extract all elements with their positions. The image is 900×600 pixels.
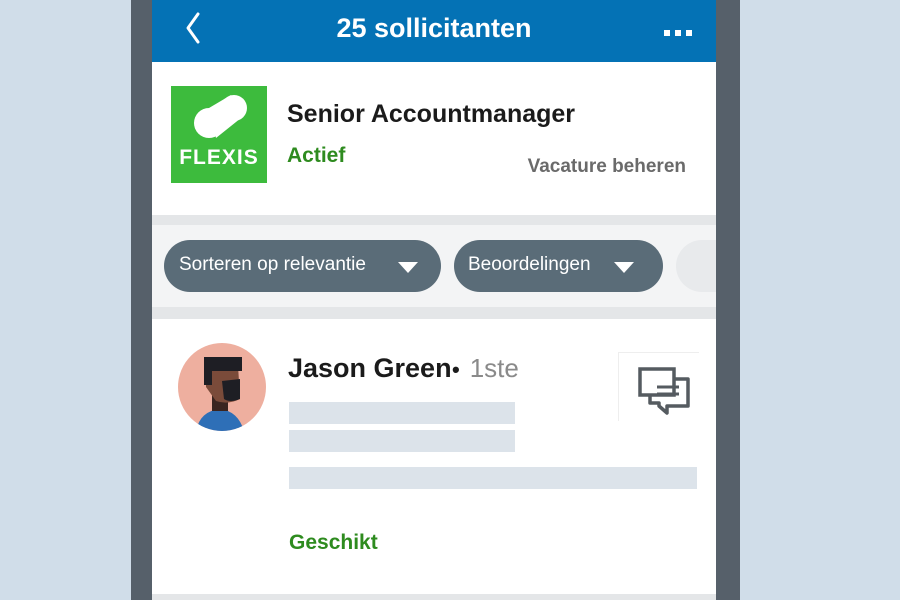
reviews-dropdown[interactable]: Beoordelingen bbox=[454, 240, 663, 292]
page-title: 25 sollicitanten bbox=[336, 13, 532, 43]
separator-dot: • bbox=[452, 357, 460, 382]
message-icon bbox=[638, 367, 690, 415]
caret-down-icon bbox=[398, 262, 418, 273]
applicant-list-item[interactable]: Jason Green • 1ste Geschikt bbox=[152, 319, 716, 600]
sort-dropdown-label: Sorteren op relevantie bbox=[179, 254, 366, 275]
job-status-badge: Actief bbox=[287, 144, 346, 167]
top-bar: 25 sollicitanten bbox=[152, 0, 716, 62]
filter-bar: Sorteren op relevantie Beoordelingen bbox=[152, 225, 716, 307]
caret-down-icon bbox=[614, 262, 634, 273]
company-logo-mark-icon bbox=[194, 95, 247, 138]
app-screen: 25 sollicitanten FLEXIS Senior Accountma… bbox=[152, 0, 716, 600]
company-logo: FLEXIS bbox=[171, 86, 267, 183]
job-title[interactable]: Senior Accountmanager bbox=[287, 100, 575, 129]
connection-degree-label: 1ste bbox=[469, 353, 519, 383]
message-button[interactable] bbox=[618, 352, 699, 421]
section-divider bbox=[152, 594, 716, 600]
company-logo-text: FLEXIS bbox=[179, 146, 259, 169]
loading-placeholder bbox=[289, 430, 515, 452]
more-button[interactable] bbox=[660, 20, 700, 44]
section-divider bbox=[152, 307, 716, 319]
manage-job-link[interactable]: Vacature beheren bbox=[528, 156, 686, 178]
more-filters-pill[interactable] bbox=[676, 240, 716, 292]
more-horizontal-icon bbox=[664, 30, 692, 36]
avatar[interactable] bbox=[178, 343, 266, 431]
job-summary-card: FLEXIS Senior Accountmanager Actief Vaca… bbox=[152, 62, 716, 215]
section-divider bbox=[152, 215, 716, 225]
connection-degree: • 1ste bbox=[452, 353, 519, 384]
sort-dropdown[interactable]: Sorteren op relevantie bbox=[164, 240, 441, 292]
applicant-name[interactable]: Jason Green bbox=[288, 353, 452, 384]
loading-placeholder bbox=[289, 467, 697, 489]
loading-placeholder bbox=[289, 402, 515, 424]
person-avatar-icon bbox=[178, 343, 266, 431]
reviews-dropdown-label: Beoordelingen bbox=[468, 254, 591, 275]
rating-status-label: Geschikt bbox=[289, 531, 378, 554]
